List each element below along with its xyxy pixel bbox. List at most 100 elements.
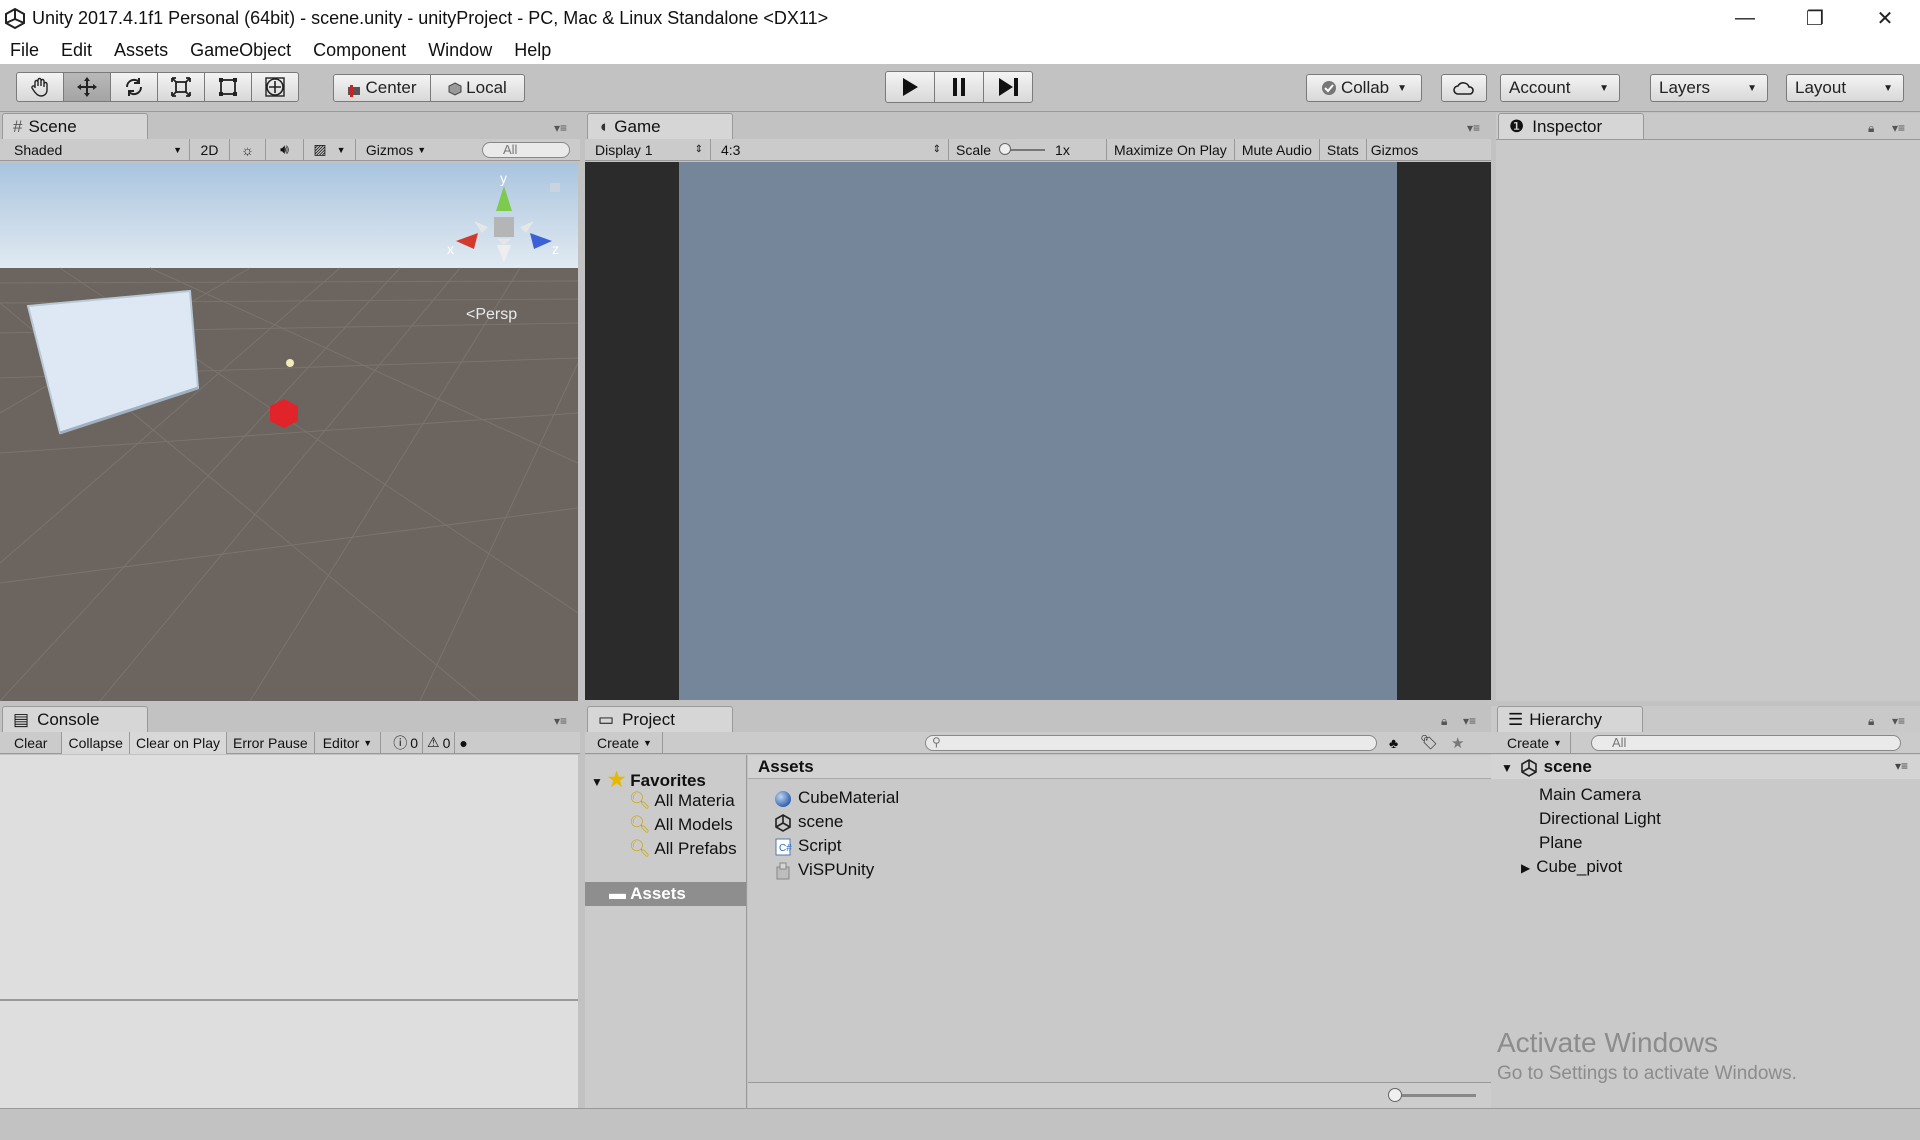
menu-help[interactable]: Help — [514, 40, 551, 61]
minimize-button[interactable]: — — [1710, 0, 1780, 36]
hierarchy-create-dropdown[interactable]: Create ▼ — [1491, 731, 1571, 754]
console-error-toggle[interactable]: ● — [455, 732, 471, 754]
scene-search-input[interactable]: All — [482, 141, 570, 158]
favorite-item[interactable]: 🔍︎ All Materia — [629, 791, 747, 811]
aspect-dropdown[interactable]: 4:3 ⇕ — [711, 138, 949, 161]
tab-game[interactable]: ◖ Game — [587, 113, 733, 139]
effects-dropdown[interactable]: ▨ ▼ — [304, 138, 356, 161]
pause-button[interactable] — [934, 71, 984, 103]
account-dropdown[interactable]: Account ▼ — [1500, 74, 1620, 102]
lock-icon[interactable] — [550, 183, 560, 192]
panel-menu-icon[interactable]: ▾≡ — [1463, 714, 1476, 728]
game-viewport[interactable] — [679, 162, 1397, 700]
icon-size-slider-thumb[interactable] — [1388, 1088, 1402, 1102]
panel-menu-icon[interactable]: ▾≡ — [1892, 121, 1905, 135]
hierarchy-item-main-camera[interactable]: Main Camera — [1539, 785, 1641, 805]
rect-tool-button[interactable] — [204, 72, 252, 102]
cloud-button[interactable] — [1441, 74, 1487, 102]
tab-inspector[interactable]: ❶ Inspector — [1498, 113, 1644, 139]
console-editor-dropdown[interactable]: Editor ▼ — [315, 731, 382, 754]
scene-options-icon[interactable]: ▾≡ — [1895, 759, 1908, 773]
icon-size-slider[interactable] — [1392, 1094, 1476, 1097]
breadcrumb-label[interactable]: Assets — [758, 757, 814, 777]
console-clear-on-play-button[interactable]: Clear on Play — [129, 731, 227, 754]
asset-item-script[interactable]: C# Script — [774, 836, 841, 856]
favorite-item[interactable]: 🔍︎ All Models — [629, 815, 747, 835]
scale-tool-button[interactable] — [157, 72, 205, 102]
assets-folder-node[interactable]: ▬ Assets — [585, 882, 746, 906]
2d-toggle-button[interactable]: 2D — [190, 138, 230, 161]
menu-assets[interactable]: Assets — [114, 40, 168, 61]
persp-label[interactable]: <Persp — [466, 306, 517, 323]
scene-gizmos-dropdown[interactable]: Gizmos ▼ — [356, 139, 436, 161]
mute-audio-button[interactable]: Mute Audio — [1235, 138, 1320, 161]
move-tool-button[interactable] — [63, 72, 111, 102]
project-create-dropdown[interactable]: Create ▼ — [587, 731, 663, 754]
tab-project[interactable]: ▭ Project — [587, 706, 733, 732]
scale-thumb[interactable] — [999, 142, 1012, 155]
asset-item-cubematerial[interactable]: CubeMaterial — [774, 788, 899, 808]
menu-component[interactable]: Component — [313, 40, 406, 61]
panel-menu-icon[interactable]: ▾≡ — [554, 121, 567, 135]
stats-button[interactable]: Stats — [1320, 138, 1367, 161]
menu-file[interactable]: File — [10, 40, 39, 61]
asset-item-scene[interactable]: scene — [774, 812, 843, 832]
console-collapse-button[interactable]: Collapse — [62, 731, 130, 754]
scene-viewport[interactable]: y x z <Persp — [0, 163, 578, 701]
hierarchy-item-cube-pivot[interactable]: ▶ Cube_pivot — [1521, 857, 1622, 877]
tab-hierarchy[interactable]: ☰ Hierarchy — [1497, 706, 1643, 732]
favorite-item[interactable]: 🔍︎ All Prefabs — [629, 839, 747, 859]
console-clear-button[interactable]: Clear — [0, 731, 63, 754]
hierarchy-scene-row[interactable]: ▼ scene ▾≡ — [1491, 755, 1920, 779]
tab-scene[interactable]: # Scene — [2, 113, 148, 139]
hierarchy-search-input[interactable]: All — [1591, 734, 1901, 751]
maximize-on-play-button[interactable]: Maximize On Play — [1107, 138, 1235, 161]
hand-tool-button[interactable] — [16, 72, 64, 102]
close-button[interactable]: ✕ — [1850, 0, 1920, 36]
filter-by-label-icon[interactable]: 🏷︎ — [1420, 734, 1438, 751]
layout-dropdown[interactable]: Layout ▼ — [1786, 74, 1904, 102]
restore-button[interactable]: ❐ — [1780, 0, 1850, 36]
dropdown-arrow-icon: ▼ — [1599, 82, 1609, 94]
scale-slider[interactable]: Scale 1x — [949, 138, 1107, 161]
menu-edit[interactable]: Edit — [61, 40, 92, 61]
console-warning-toggle[interactable]: ⚠ 0 — [423, 731, 456, 754]
console-info-toggle[interactable]: ⓘ 0 — [389, 731, 423, 754]
collab-dropdown[interactable]: Collab ▼ — [1306, 74, 1422, 102]
panel-menu-icon[interactable]: ▾≡ — [1467, 121, 1480, 135]
transform-tool-button[interactable] — [251, 72, 299, 102]
lighting-toggle-button[interactable]: ☼ — [230, 138, 266, 161]
favorite-star-icon[interactable]: ★ — [1451, 734, 1464, 752]
hierarchy-item-plane[interactable]: Plane — [1539, 833, 1582, 853]
display-dropdown[interactable]: Display 1 ⇕ — [585, 138, 711, 161]
rotate-tool-button[interactable] — [110, 72, 158, 102]
lock-icon[interactable]: 🔒︎ — [1441, 714, 1447, 729]
scale-track[interactable] — [999, 142, 1046, 155]
shading-mode-dropdown[interactable]: Shaded ▼ — [0, 138, 190, 161]
scene-root-node[interactable]: ▼ scene — [1501, 757, 1592, 777]
panel-menu-icon[interactable]: ▾≡ — [554, 714, 567, 728]
tab-console[interactable]: ▤ Console — [2, 706, 148, 732]
console-error-pause-button[interactable]: Error Pause — [227, 731, 315, 754]
audio-toggle-button[interactable]: 🔊︎ — [266, 138, 304, 161]
menu-gameobject[interactable]: GameObject — [190, 40, 291, 61]
directional-light-gizmo[interactable] — [286, 359, 294, 367]
scene-3d-view[interactable]: y x z <Persp — [0, 163, 578, 701]
lock-icon[interactable]: 🔒︎ — [1868, 121, 1874, 136]
asset-item-vispunity[interactable]: ViSPUnity — [774, 860, 874, 880]
pivot-local-button[interactable]: Local — [430, 74, 525, 102]
play-button[interactable] — [885, 71, 935, 103]
menu-window[interactable]: Window — [428, 40, 492, 61]
lock-icon[interactable]: 🔒︎ — [1868, 714, 1874, 729]
hierarchy-item-directional-light[interactable]: Directional Light — [1539, 809, 1661, 829]
panel-menu-icon[interactable]: ▾≡ — [1892, 714, 1905, 728]
layers-dropdown[interactable]: Layers ▼ — [1650, 74, 1768, 102]
favorites-node[interactable]: ▼ ★ Favorites — [591, 767, 706, 792]
pivot-center-button[interactable]: Center — [333, 74, 431, 102]
filter-by-type-icon[interactable]: ♣ — [1389, 735, 1398, 751]
console-log-list[interactable] — [0, 755, 578, 999]
project-search-input[interactable]: ⚲ — [925, 734, 1377, 751]
collapsed-arrow-icon[interactable]: ▶ — [1521, 861, 1530, 875]
step-button[interactable] — [983, 71, 1033, 103]
game-gizmos-button[interactable]: Gizmos — [1367, 139, 1421, 161]
